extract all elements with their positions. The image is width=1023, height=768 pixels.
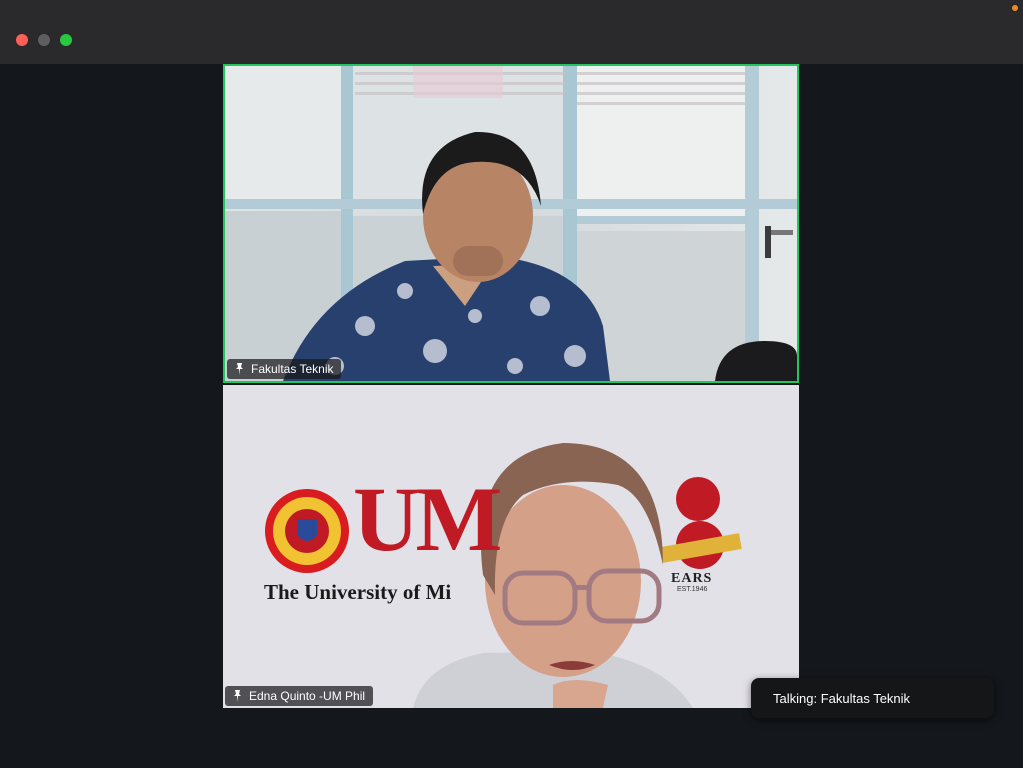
video-tile-participant-1[interactable]: Fakultas Teknik — [223, 64, 799, 383]
participant-name: Fakultas Teknik — [251, 362, 334, 376]
participant-name-tag: Edna Quinto -UM Phil — [225, 686, 374, 706]
pin-icon[interactable] — [231, 689, 243, 703]
video-tile-participant-2[interactable]: UM The University of Mi EARS EST.1946 Ed… — [223, 385, 799, 708]
minimize-window-button[interactable] — [38, 34, 50, 46]
close-window-button[interactable] — [16, 34, 28, 46]
active-speaker-toast: Talking: Fakultas Teknik — [751, 678, 994, 718]
participant-name: Edna Quinto -UM Phil — [249, 689, 366, 703]
years-text: EARS — [671, 571, 713, 586]
university-seal-logo — [265, 489, 349, 573]
participant-name-tag: Fakultas Teknik — [227, 359, 342, 379]
est-text: EST.1946 — [677, 586, 708, 593]
participant-video-feed — [225, 66, 797, 381]
university-name-text: The University of Mi — [264, 580, 452, 604]
window-titlebar — [0, 0, 1023, 64]
active-speaker-text: Talking: Fakultas Teknik — [773, 690, 911, 706]
maximize-window-button[interactable] — [60, 34, 72, 46]
participant-video-feed — [223, 385, 799, 708]
logo-letters: UM — [353, 468, 502, 570]
pin-icon[interactable] — [233, 362, 245, 376]
recording-indicator-icon — [1012, 5, 1018, 11]
